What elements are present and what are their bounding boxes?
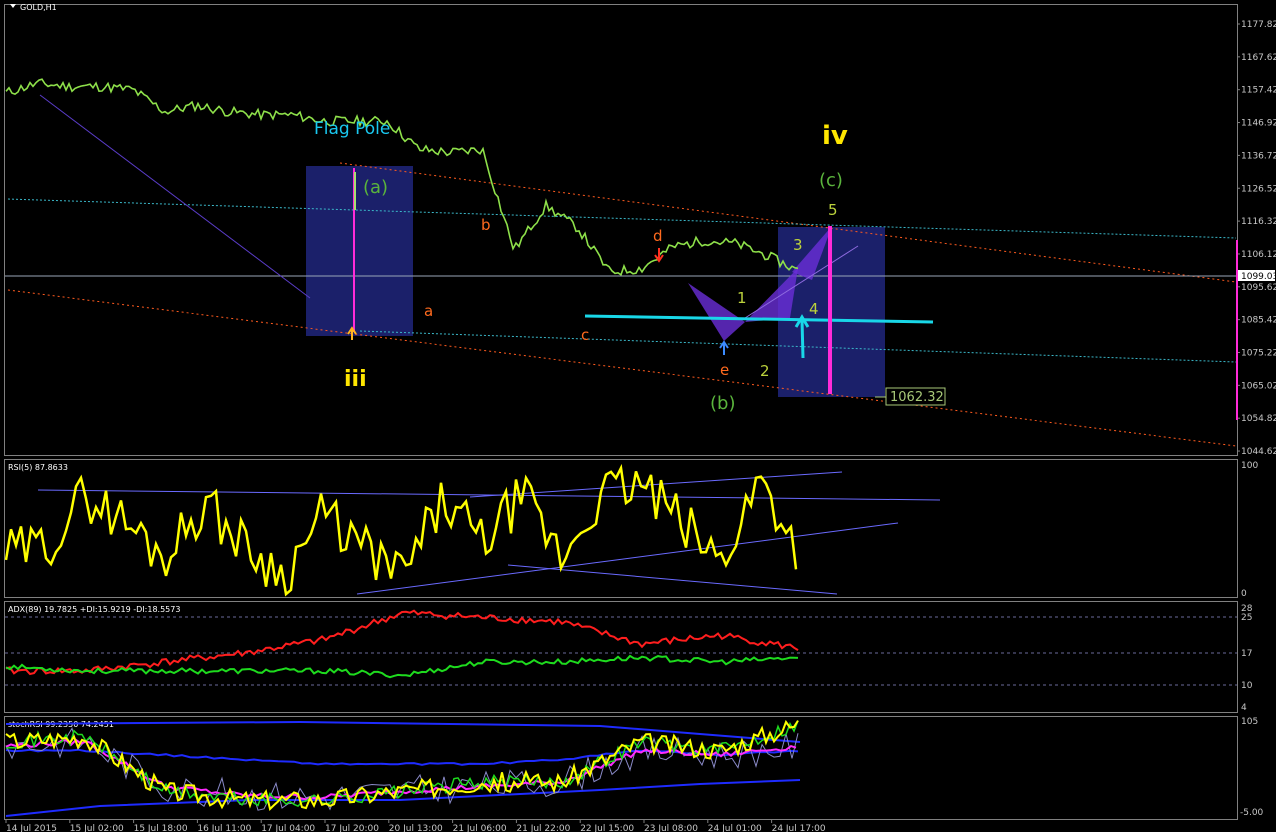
rsi-pane: RSI(5) 87.8633 100 0 (4, 461, 1258, 599)
adx-minus-di-line (5, 609, 799, 676)
wave-2-label: 2 (760, 362, 770, 380)
wave-3-label: 3 (793, 236, 803, 254)
window-menu-icon[interactable] (10, 4, 16, 8)
current-price-value: 1099.03 (1241, 272, 1276, 282)
price-axis-tick-label: 1157.42 (1241, 86, 1276, 96)
stoch-k-line (5, 719, 799, 811)
wave-1-label: 1 (737, 289, 747, 307)
price-axis-tick-label: 1095.62 (1241, 283, 1276, 293)
price-axis-tick-label: 1054.82 (1241, 414, 1276, 424)
time-axis-tick-label: 15 Jul 18:00 (134, 824, 188, 832)
time-axis: 14 Jul 2015 15 Jul 02:00 15 Jul 18:00 16 Ju… (5, 820, 826, 832)
price-axis-tick-label: 1044.62 (1241, 447, 1276, 457)
rsi-trendline-lower (356, 522, 899, 595)
adx-tick-4: 4 (1241, 703, 1247, 713)
adx-pane: ADX(89) 19.7825 +DI:15.9219 -DI:18.5573 … (5, 604, 1253, 713)
price-axis-tick-label: 1085.42 (1241, 316, 1276, 326)
wave-b-label: b (481, 216, 491, 234)
stoch-upper-band (5, 720, 801, 743)
wave-iii-label: iii (344, 367, 367, 392)
red-down-arrow-icon (654, 248, 664, 263)
stoch-tick-min: -5.00 (1240, 808, 1264, 818)
main-pane-frame (4, 4, 1238, 456)
rsi-series-line (4, 463, 798, 597)
time-axis-tick-label: 24 Jul 01:00 (708, 824, 762, 832)
wave-c-paren-label: (c) (819, 170, 843, 191)
purple-trendline (39, 94, 311, 299)
stoch-pane-frame (4, 716, 1238, 820)
wave-5-label: 5 (828, 201, 838, 219)
time-axis-tick-label: 22 Jul 15:00 (580, 824, 634, 832)
rsi-tick-100: 100 (1241, 461, 1258, 471)
stoch-tick-105: 105 (1241, 717, 1258, 727)
wave-iv-label: iv (822, 121, 848, 151)
window-title: GOLD,H1 (20, 3, 57, 12)
wave-a-label: a (424, 302, 433, 320)
time-axis-tick-label: 17 Jul 20:00 (325, 824, 379, 832)
cyan-dotted-upper (7, 198, 1237, 239)
adx-plus-di-line (5, 654, 799, 679)
price-axis-tick-label: 1075.22 (1241, 349, 1276, 359)
price-axis-tick-label: 1136.72 (1241, 151, 1276, 161)
flag-pole-label: Flag Pole (314, 119, 390, 139)
wave-c-label: c (581, 326, 589, 344)
time-axis-tick-label: 16 Jul 11:00 (197, 824, 251, 832)
price-axis-tick-label: 1167.62 (1241, 53, 1276, 63)
time-axis-tick-label: 23 Jul 08:00 (644, 824, 698, 832)
time-axis-tick-label: 21 Jul 22:00 (516, 824, 570, 832)
wave-d-label: d (653, 227, 663, 245)
target-price-label: 1062.32 (890, 390, 944, 405)
time-axis-tick-label: 14 Jul 2015 (6, 824, 57, 832)
adx-tick-25: 25 (1241, 613, 1252, 623)
stoch-pane: stochRSI 99.2350 74.2451 105 -5.00 (5, 717, 1264, 818)
wave-4-label: 4 (809, 300, 819, 318)
price-axis-tick-label: 1177.82 (1241, 20, 1276, 30)
price-axis-tick-label: 1116.32 (1241, 217, 1276, 227)
rsi-trendline-upper (37, 489, 941, 501)
price-axis-tick-label: 1106.12 (1241, 250, 1276, 260)
adx-tick-10: 10 (1241, 681, 1253, 691)
rsi-title: RSI(5) 87.8633 (8, 463, 68, 472)
chart-canvas: GOLD,H1 Flag Pole iii iv (a) (b) (c) a b… (4, 3, 1276, 832)
time-axis-tick-label: 15 Jul 02:00 (70, 824, 124, 832)
price-axis-tick-label: 1146.92 (1241, 119, 1276, 129)
adx-title: ADX(89) 19.7825 +DI:15.9219 -DI:18.5573 (8, 605, 180, 614)
stoch-signal-line (5, 738, 797, 801)
wave-b-paren-label: (b) (710, 393, 735, 414)
time-axis-tick-label: 24 Jul 17:00 (772, 824, 826, 832)
rsi-tick-0: 0 (1241, 589, 1247, 599)
flag-box (306, 166, 413, 336)
lower-channel-line (7, 289, 1237, 447)
wave-e-label: e (720, 361, 729, 379)
wave-a-paren-label: (a) (363, 177, 388, 198)
time-axis-tick-label: 20 Jul 13:00 (389, 824, 443, 832)
price-axis: 1177.82 1167.62 1157.42 1146.92 1136.72 1126.… (1237, 20, 1276, 457)
rsi-trendline-lower2 (507, 564, 838, 595)
time-axis-tick-label: 17 Jul 04:00 (261, 824, 315, 832)
adx-tick-17: 17 (1241, 649, 1252, 659)
price-axis-tick-label: 1126.52 (1241, 184, 1276, 194)
price-axis-tick-label: 1065.02 (1241, 381, 1276, 391)
main-pane: Flag Pole iii iv (a) (b) (c) a b c d e 1… (5, 78, 1237, 447)
time-axis-tick-label: 21 Jul 06:00 (453, 824, 507, 832)
